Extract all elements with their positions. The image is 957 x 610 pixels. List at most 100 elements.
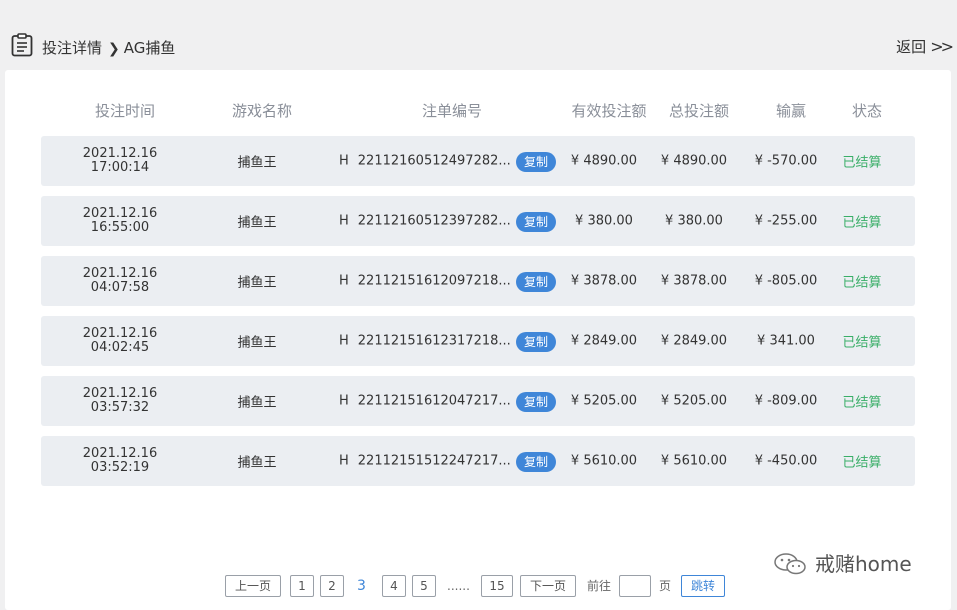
order-number-value: 22112160512397282... bbox=[357, 213, 511, 229]
game-name: 捕鱼王 bbox=[237, 215, 277, 231]
pagination-ellipsis: ...... bbox=[447, 579, 470, 593]
back-button[interactable]: 返回 >> bbox=[896, 36, 954, 57]
copy-button[interactable]: 复制 bbox=[516, 152, 556, 172]
bet-clock-time: 16:55:00 bbox=[90, 220, 150, 235]
valid-bet-amount: ¥ 4890.00 bbox=[570, 153, 638, 169]
chevron-right-icon: ❯ bbox=[108, 41, 120, 57]
table-row[interactable]: 2021.12.16 03:52:19 捕鱼王 H 22112151512247217.… bbox=[41, 436, 915, 486]
status-badge: 已结算 bbox=[842, 395, 882, 411]
wechat-logo-icon bbox=[774, 553, 806, 575]
status-badge: 已结算 bbox=[842, 155, 882, 171]
column-header-status: 状态 bbox=[851, 102, 883, 120]
win-loss-amount: ¥ -809.00 bbox=[754, 393, 818, 409]
copy-button[interactable]: 复制 bbox=[516, 212, 556, 232]
order-number: H 22112160512497282... bbox=[339, 154, 511, 169]
copy-button[interactable]: 复制 bbox=[516, 272, 556, 292]
bet-date: 2021.12.16 bbox=[82, 326, 158, 341]
valid-bet-amount: ¥ 380.00 bbox=[575, 213, 633, 229]
page-button-4[interactable]: 4 bbox=[382, 575, 406, 597]
order-number-value: 22112151512247217... bbox=[357, 453, 511, 469]
bet-time: 2021.12.16 04:07:58 bbox=[83, 267, 157, 295]
status-badge: 已结算 bbox=[842, 275, 882, 291]
win-loss-amount: ¥ -570.00 bbox=[754, 153, 818, 169]
bet-date: 2021.12.16 bbox=[82, 266, 158, 281]
goto-page-input[interactable] bbox=[619, 575, 651, 597]
page-button-last[interactable]: 15 bbox=[481, 575, 513, 597]
back-label: 返回 bbox=[896, 38, 927, 56]
order-prefix: H bbox=[339, 453, 349, 469]
valid-bet-amount: ¥ 5610.00 bbox=[570, 453, 638, 469]
bet-date: 2021.12.16 bbox=[82, 446, 158, 461]
order-number: H 22112151612047217... bbox=[339, 394, 511, 409]
table-row[interactable]: 2021.12.16 17:00:14 捕鱼王 H 22112160512497282.… bbox=[41, 136, 915, 186]
page-button-2[interactable]: 2 bbox=[320, 575, 344, 597]
bet-clock-time: 03:52:19 bbox=[90, 460, 150, 475]
bet-clock-time: 04:02:45 bbox=[90, 340, 150, 355]
game-name: 捕鱼王 bbox=[237, 455, 277, 471]
game-name: 捕鱼王 bbox=[237, 395, 277, 411]
page-button-1[interactable]: 1 bbox=[290, 575, 314, 597]
order-prefix: H bbox=[339, 153, 349, 169]
copy-button[interactable]: 复制 bbox=[516, 452, 556, 472]
game-name: 捕鱼王 bbox=[237, 155, 277, 171]
order-number: H 22112151512247217... bbox=[339, 454, 511, 469]
goto-suffix-label: 页 bbox=[659, 579, 672, 593]
table-row[interactable]: 2021.12.16 04:02:45 捕鱼王 H 22112151612317218.… bbox=[41, 316, 915, 366]
page-button-current[interactable]: 3 bbox=[357, 575, 366, 597]
order-number-value: 22112151612317218... bbox=[357, 333, 511, 349]
bet-date: 2021.12.16 bbox=[82, 206, 158, 221]
order-number-value: 22112151612097218... bbox=[357, 273, 511, 289]
order-number: H 22112160512397282... bbox=[339, 214, 511, 229]
bet-date: 2021.12.16 bbox=[82, 386, 158, 401]
total-bet-amount: ¥ 3878.00 bbox=[660, 273, 728, 289]
breadcrumb: 投注详情 ❯ AG捕鱼 bbox=[42, 37, 175, 58]
column-header-valid-bet: 有效投注额 bbox=[571, 102, 647, 120]
valid-bet-amount: ¥ 5205.00 bbox=[570, 393, 638, 409]
table-row[interactable]: 2021.12.16 04:07:58 捕鱼王 H 22112151612097218.… bbox=[41, 256, 915, 306]
column-header-order-number: 注单编号 bbox=[421, 102, 483, 120]
table-row[interactable]: 2021.12.16 16:55:00 捕鱼王 H 22112160512397282.… bbox=[41, 196, 915, 246]
total-bet-amount: ¥ 5205.00 bbox=[660, 393, 728, 409]
table-header: 投注时间 游戏名称 注单编号 有效投注额 总投注额 输赢 状态 bbox=[41, 100, 915, 120]
next-page-button[interactable]: 下一页 bbox=[520, 575, 576, 597]
bet-date: 2021.12.16 bbox=[82, 146, 158, 161]
breadcrumb-parent[interactable]: 投注详情 bbox=[42, 39, 102, 57]
game-name: 捕鱼王 bbox=[237, 335, 277, 351]
bet-clock-time: 17:00:14 bbox=[90, 160, 150, 175]
bet-details-panel: 投注时间 游戏名称 注单编号 有效投注额 总投注额 输赢 状态 2021.12.… bbox=[5, 70, 951, 610]
double-chevron-right-icon: >> bbox=[930, 37, 954, 56]
copy-button[interactable]: 复制 bbox=[516, 392, 556, 412]
bet-time: 2021.12.16 16:55:00 bbox=[83, 207, 157, 235]
clipboard-icon bbox=[11, 33, 33, 57]
valid-bet-amount: ¥ 2849.00 bbox=[570, 333, 638, 349]
win-loss-amount: ¥ -255.00 bbox=[754, 213, 818, 229]
game-name: 捕鱼王 bbox=[237, 275, 277, 291]
copy-button[interactable]: 复制 bbox=[516, 332, 556, 352]
prev-page-button[interactable]: 上一页 bbox=[225, 575, 281, 597]
status-badge: 已结算 bbox=[842, 215, 882, 231]
bet-clock-time: 03:57:32 bbox=[90, 400, 150, 415]
order-number: H 22112151612097218... bbox=[339, 274, 511, 289]
win-loss-amount: ¥ 341.00 bbox=[757, 333, 815, 349]
order-prefix: H bbox=[339, 273, 349, 289]
bet-time: 2021.12.16 17:00:14 bbox=[83, 147, 157, 175]
total-bet-amount: ¥ 5610.00 bbox=[660, 453, 728, 469]
table-row[interactable]: 2021.12.16 03:57:32 捕鱼王 H 22112151612047217.… bbox=[41, 376, 915, 426]
win-loss-amount: ¥ -805.00 bbox=[754, 273, 818, 289]
status-badge: 已结算 bbox=[842, 335, 882, 351]
valid-bet-amount: ¥ 3878.00 bbox=[570, 273, 638, 289]
order-prefix: H bbox=[339, 333, 349, 349]
order-number-value: 22112160512497282... bbox=[357, 153, 511, 169]
watermark-text: 戒赌home bbox=[815, 552, 912, 576]
column-header-bet-time: 投注时间 bbox=[94, 102, 156, 120]
win-loss-amount: ¥ -450.00 bbox=[754, 453, 818, 469]
bet-time: 2021.12.16 04:02:45 bbox=[83, 327, 157, 355]
column-header-total-bet: 总投注额 bbox=[668, 102, 730, 120]
page-button-5[interactable]: 5 bbox=[412, 575, 436, 597]
total-bet-amount: ¥ 380.00 bbox=[665, 213, 723, 229]
bet-time: 2021.12.16 03:57:32 bbox=[83, 387, 157, 415]
order-prefix: H bbox=[339, 213, 349, 229]
bet-time: 2021.12.16 03:52:19 bbox=[83, 447, 157, 475]
goto-prefix-label: 前往 bbox=[587, 579, 612, 593]
jump-button[interactable]: 跳转 bbox=[681, 575, 725, 597]
